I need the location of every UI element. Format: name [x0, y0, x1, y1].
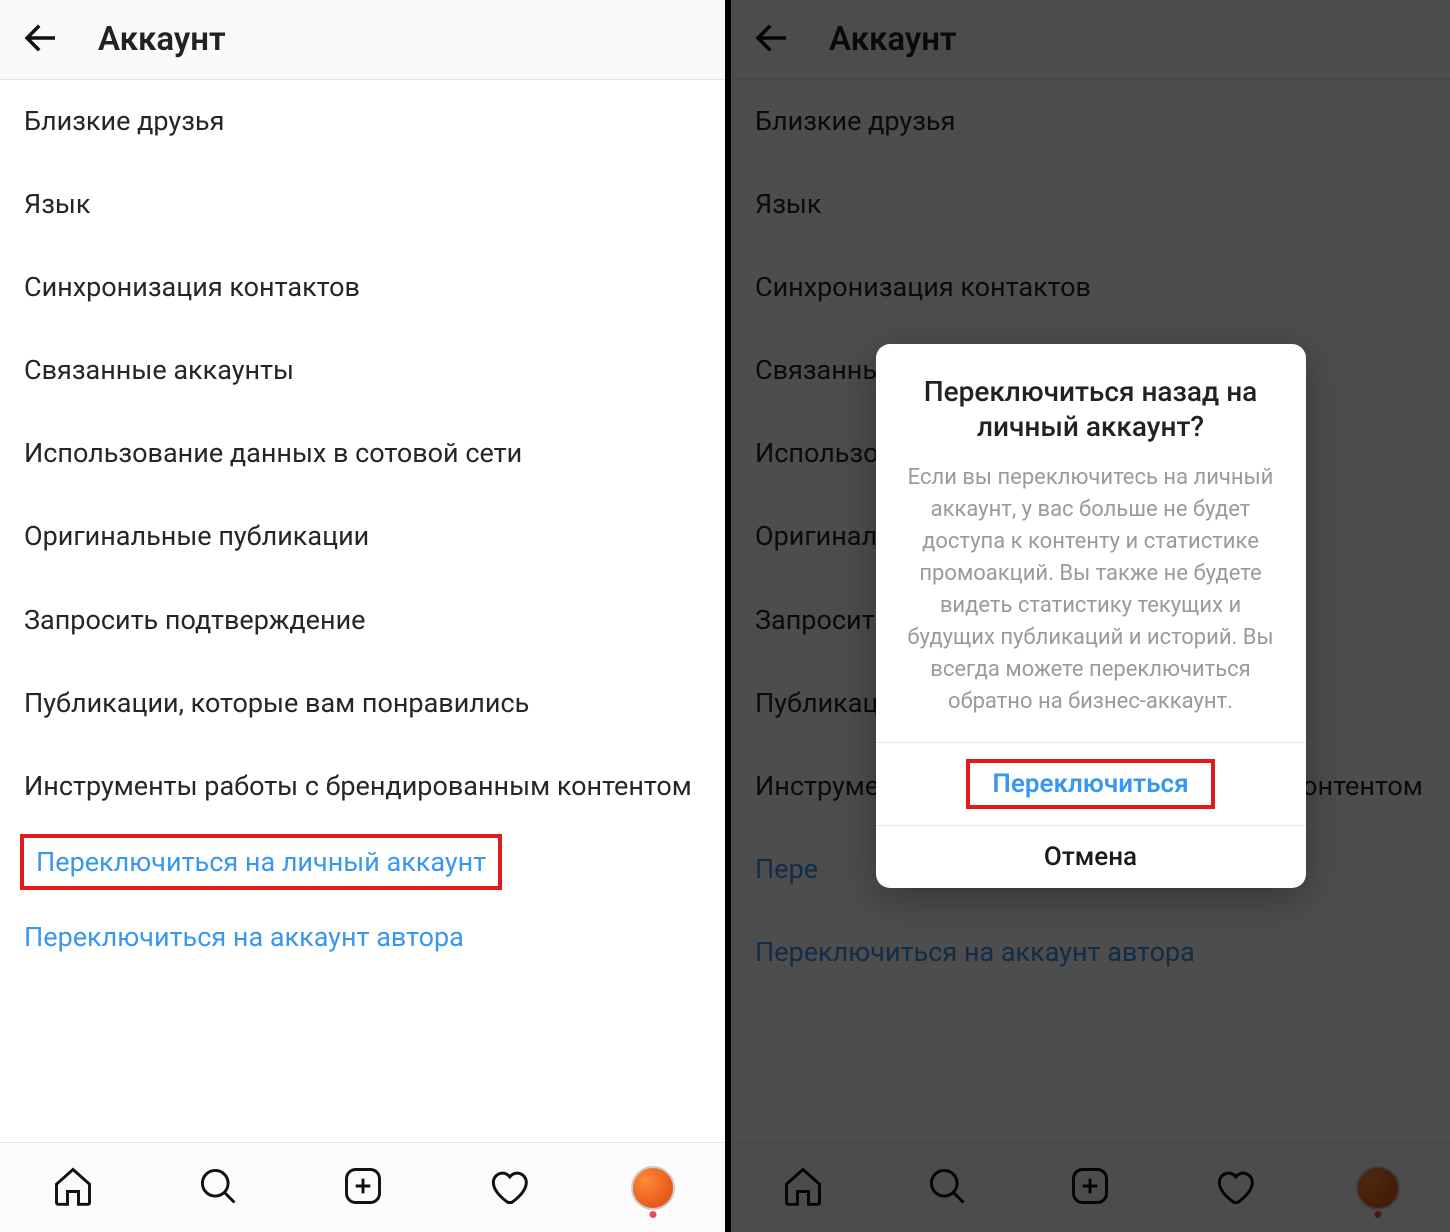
header: Аккаунт — [0, 0, 725, 80]
home-icon[interactable] — [51, 1164, 95, 1212]
page-title: Аккаунт — [98, 20, 226, 59]
screen-left: Аккаунт Близкие друзья Язык Синхронизаци… — [0, 0, 725, 1232]
item-linked-accounts[interactable]: Связанные аккаунты — [0, 329, 725, 412]
dialog-message: Если вы переключитесь на личный аккаунт,… — [904, 462, 1278, 717]
screen-right: Аккаунт Близкие друзья Язык Синхронизаци… — [725, 0, 1450, 1232]
item-original-posts[interactable]: Оригинальные публикации — [0, 495, 725, 578]
search-icon[interactable] — [196, 1164, 240, 1212]
item-language[interactable]: Язык — [0, 163, 725, 246]
dialog-confirm-row: Переключиться — [876, 742, 1306, 825]
dialog-title: Переключиться назад на личный аккаунт? — [904, 374, 1278, 444]
item-close-friends[interactable]: Близкие друзья — [0, 80, 725, 163]
item-contact-sync[interactable]: Синхронизация контактов — [0, 246, 725, 329]
link-switch-author[interactable]: Переключиться на аккаунт автора — [0, 896, 725, 979]
link-switch-personal[interactable]: Переключиться на личный аккаунт — [36, 846, 486, 878]
settings-list[interactable]: Близкие друзья Язык Синхронизация контак… — [0, 80, 725, 1142]
highlight-switch-personal: Переключиться на личный аккаунт — [20, 834, 502, 890]
cancel-button[interactable]: Отмена — [1044, 842, 1137, 872]
confirm-dialog: Переключиться назад на личный аккаунт? Е… — [876, 344, 1306, 887]
item-branded-tools[interactable]: Инструменты работы с брендированным конт… — [0, 745, 725, 828]
bottom-nav — [0, 1142, 725, 1232]
highlight-confirm-button: Переключиться — [966, 759, 1214, 809]
item-cellular-data[interactable]: Использование данных в сотовой сети — [0, 412, 725, 495]
confirm-button[interactable]: Переключиться — [992, 769, 1188, 799]
profile-avatar-icon[interactable] — [631, 1166, 675, 1210]
item-liked-posts[interactable]: Публикации, которые вам понравились — [0, 662, 725, 745]
modal-overlay[interactable]: Переключиться назад на личный аккаунт? Е… — [731, 0, 1450, 1232]
item-request-verification[interactable]: Запросить подтверждение — [0, 579, 725, 662]
dialog-body: Переключиться назад на личный аккаунт? Е… — [876, 344, 1306, 741]
back-arrow-icon[interactable] — [20, 17, 62, 63]
add-post-icon[interactable] — [341, 1164, 385, 1212]
dialog-cancel-row: Отмена — [876, 825, 1306, 888]
activity-heart-icon[interactable] — [486, 1164, 530, 1212]
